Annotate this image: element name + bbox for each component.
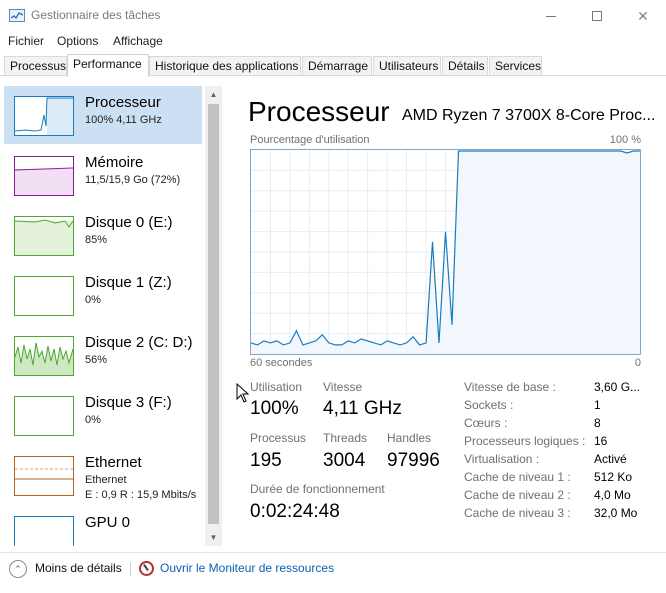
spec-value: 512 Ko bbox=[594, 470, 633, 484]
sidebar-item-label: Disque 2 (C: D:) bbox=[85, 334, 193, 351]
sidebar-item-value: 0% bbox=[85, 414, 101, 426]
open-resource-monitor-link[interactable]: Ouvrir le Moniteur de ressources bbox=[160, 561, 334, 575]
sidebar-item-label: Disque 3 (F:) bbox=[85, 394, 172, 411]
sidebar-item-disque-0[interactable]: Disque 0 (E:) 85% bbox=[4, 206, 202, 264]
vitesse-value: 4,11 GHz bbox=[323, 398, 402, 419]
spec-label: Virtualisation : bbox=[464, 452, 540, 466]
menu-fichier[interactable]: Fichier bbox=[8, 34, 44, 48]
utilisation-value: 100% bbox=[250, 398, 299, 419]
memory-thumbnail bbox=[14, 156, 74, 196]
spec-value: 32,0 Mo bbox=[594, 506, 638, 520]
tab-historique[interactable]: Historique des applications bbox=[149, 56, 301, 75]
cpu-thumbnail bbox=[14, 96, 74, 136]
sidebar-item-processeur[interactable]: Processeur 100% 4,11 GHz bbox=[4, 86, 202, 144]
sidebar-item-ethernet[interactable]: Ethernet Ethernet E : 0,9 R : 15,9 Mbits… bbox=[4, 446, 202, 504]
maximize-button[interactable] bbox=[574, 0, 620, 32]
spec-value: 16 bbox=[594, 434, 608, 448]
spec-value: 4,0 Mo bbox=[594, 488, 631, 502]
tab-services[interactable]: Services bbox=[489, 56, 542, 75]
graph-time-zero: 0 bbox=[634, 357, 641, 369]
resource-monitor-icon[interactable] bbox=[139, 561, 154, 576]
sidebar-item-disque-3[interactable]: Disque 3 (F:) 0% bbox=[4, 386, 202, 444]
handles-value: 97996 bbox=[387, 450, 440, 471]
menu-affichage[interactable]: Affichage bbox=[113, 34, 163, 48]
ethernet-throughput: E : 0,9 R : 15,9 Mbits/s bbox=[85, 489, 197, 501]
graph-time-label: 60 secondes bbox=[250, 357, 313, 369]
spec-label: Cache de niveau 1 : bbox=[464, 470, 571, 484]
scroll-thumb[interactable] bbox=[208, 104, 219, 524]
sidebar-item-label: Ethernet bbox=[85, 454, 142, 471]
disk-1-thumbnail bbox=[14, 276, 74, 316]
tab-demarrage[interactable]: Démarrage bbox=[302, 56, 372, 75]
sidebar-item-disque-2[interactable]: Disque 2 (C: D:) 56% bbox=[4, 326, 202, 384]
resource-sidebar: Processeur 100% 4,11 GHz Mémoire 11,5/15… bbox=[4, 86, 202, 546]
cpu-model: AMD Ryzen 7 3700X 8-Core Proc... bbox=[402, 107, 656, 124]
less-details-button[interactable]: Moins de détails bbox=[35, 561, 122, 575]
sidebar-item-value: 56% bbox=[85, 354, 108, 366]
sidebar-item-label: Processeur bbox=[85, 94, 161, 111]
cpu-usage-graph bbox=[250, 149, 641, 355]
sidebar-item-label: Mémoire bbox=[85, 154, 144, 171]
sidebar-item-value: 0% bbox=[85, 294, 101, 306]
handles-label: Handles bbox=[387, 431, 432, 445]
minimize-button[interactable] bbox=[528, 0, 574, 32]
task-manager-icon bbox=[9, 9, 25, 22]
uptime-value: 0:02:24:48 bbox=[250, 501, 340, 522]
tab-processus[interactable]: Processus bbox=[4, 56, 67, 75]
disk-2-thumbnail bbox=[14, 336, 74, 376]
tab-utilisateurs[interactable]: Utilisateurs bbox=[373, 56, 441, 75]
page-title: Processeur bbox=[248, 96, 390, 127]
menu-options[interactable]: Options bbox=[57, 34, 98, 48]
scroll-down-arrow-icon[interactable]: ▼ bbox=[205, 529, 222, 546]
sidebar-item-label: Disque 0 (E:) bbox=[85, 214, 173, 231]
cpu-detail-panel: Processeur AMD Ryzen 7 3700X 8-Core Proc… bbox=[232, 86, 662, 546]
sidebar-item-disque-1[interactable]: Disque 1 (Z:) 0% bbox=[4, 266, 202, 324]
spec-label: Sockets : bbox=[464, 398, 514, 412]
spec-value: 3,60 G... bbox=[594, 380, 641, 394]
sidebar-item-label: GPU 0 bbox=[85, 514, 131, 531]
sidebar-item-value: Ethernet bbox=[85, 474, 127, 486]
ethernet-thumbnail bbox=[14, 456, 74, 496]
spec-value: 8 bbox=[594, 416, 601, 430]
cpu-usage-graph-svg bbox=[251, 150, 640, 354]
tab-performance[interactable]: Performance bbox=[67, 54, 149, 77]
graph-max-label: 100 % bbox=[609, 134, 641, 146]
spec-label: Processeurs logiques : bbox=[464, 434, 586, 448]
close-button[interactable]: ✕ bbox=[620, 0, 666, 32]
sidebar-item-value: 100% 4,11 GHz bbox=[85, 114, 162, 126]
threads-label: Threads bbox=[323, 431, 368, 445]
footer-divider bbox=[130, 562, 131, 576]
sidebar-item-value: 11,5/15,9 Go (72%) bbox=[85, 174, 181, 186]
sidebar-item-value: 85% bbox=[85, 234, 108, 246]
title-bar: Gestionnaire des tâches ✕ bbox=[0, 0, 666, 32]
spec-label: Cache de niveau 2 : bbox=[464, 488, 571, 502]
processus-label: Processus bbox=[250, 431, 307, 445]
utilisation-label: Utilisation bbox=[250, 380, 303, 394]
spec-label: Vitesse de base : bbox=[464, 380, 556, 394]
mouse-cursor-icon bbox=[236, 383, 250, 403]
chevron-up-icon[interactable]: ⌃ bbox=[9, 560, 27, 578]
window-title: Gestionnaire des tâches bbox=[31, 8, 161, 22]
processus-value: 195 bbox=[250, 450, 282, 471]
threads-value: 3004 bbox=[323, 450, 366, 471]
sidebar-item-label: Disque 1 (Z:) bbox=[85, 274, 172, 291]
spec-label: Cœurs : bbox=[464, 416, 508, 430]
sidebar-item-memoire[interactable]: Mémoire 11,5/15,9 Go (72%) bbox=[4, 146, 202, 204]
spec-label: Cache de niveau 3 : bbox=[464, 506, 571, 520]
tab-bar: Processus Performance Historique des app… bbox=[0, 54, 666, 77]
tab-details[interactable]: Détails bbox=[442, 56, 488, 75]
sidebar-item-gpu-0[interactable]: GPU 0 bbox=[4, 506, 202, 546]
spec-value: Activé bbox=[594, 452, 627, 466]
vitesse-label: Vitesse bbox=[323, 380, 363, 394]
graph-label: Pourcentage d'utilisation bbox=[250, 134, 370, 146]
spec-value: 1 bbox=[594, 398, 601, 412]
disk-3-thumbnail bbox=[14, 396, 74, 436]
uptime-label: Durée de fonctionnement bbox=[250, 482, 385, 496]
footer-bar: ⌃ Moins de détails Ouvrir le Moniteur de… bbox=[0, 552, 666, 584]
gpu-thumbnail bbox=[14, 516, 74, 546]
scroll-up-arrow-icon[interactable]: ▲ bbox=[205, 86, 222, 103]
menu-bar: Fichier Options Affichage bbox=[0, 32, 666, 52]
disk-0-thumbnail bbox=[14, 216, 74, 256]
sidebar-scrollbar[interactable]: ▲ ▼ bbox=[205, 86, 222, 546]
